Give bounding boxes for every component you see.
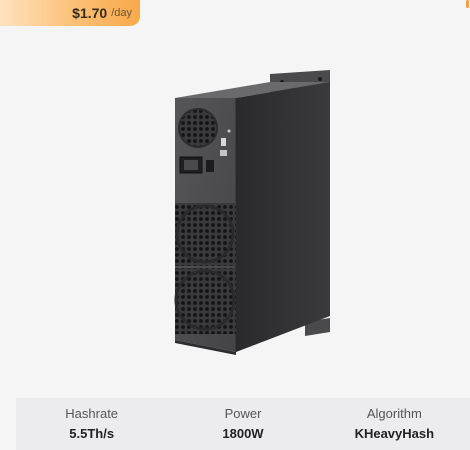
spec-value: 5.5Th/s — [69, 426, 115, 441]
corner-indicator — [466, 0, 469, 8]
price-badge: $1.70 /day — [0, 0, 140, 26]
spec-label: Hashrate — [65, 406, 119, 421]
spec-label: Algorithm — [366, 406, 422, 421]
asic-miner-image — [174, 70, 330, 355]
spec-hashrate: Hashrate 5.5Th/s — [16, 398, 167, 450]
product-card[interactable]: $1.70 /day Hashrate 5.5Th/s Power 1800W … — [0, 0, 470, 450]
spec-value: 1800W — [222, 426, 264, 441]
spec-bar: Hashrate 5.5Th/s Power 1800W Algorithm K… — [16, 398, 470, 450]
spec-algorithm: Algorithm KHeavyHash — [319, 398, 470, 450]
daily-price: $1.70 — [72, 5, 108, 21]
spec-power: Power 1800W — [167, 398, 318, 450]
price-unit: /day — [111, 7, 132, 19]
spec-value: KHeavyHash — [354, 426, 435, 441]
product-image — [0, 26, 470, 392]
spec-label: Power — [224, 406, 262, 421]
